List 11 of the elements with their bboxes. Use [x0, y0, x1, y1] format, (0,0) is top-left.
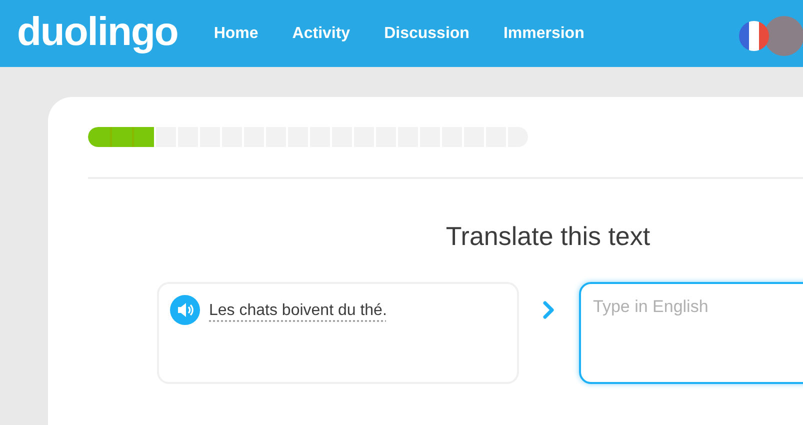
nav-link[interactable]: Activity — [292, 22, 350, 46]
nav-link[interactable]: Discussion — [384, 22, 470, 46]
chevron-right-icon — [542, 300, 556, 320]
flag-icon[interactable] — [738, 20, 770, 52]
logo[interactable]: duolingo — [17, 12, 178, 52]
answer-field[interactable]: Type in English — [579, 282, 803, 384]
nav-link[interactable]: Immersion — [503, 22, 584, 46]
sentence[interactable]: Les chats boivent du thé. — [209, 299, 387, 323]
prompt-title: Translate this text — [444, 220, 652, 253]
nav-link[interactable]: Home — [214, 22, 258, 46]
speaker-icon[interactable] — [170, 295, 200, 325]
